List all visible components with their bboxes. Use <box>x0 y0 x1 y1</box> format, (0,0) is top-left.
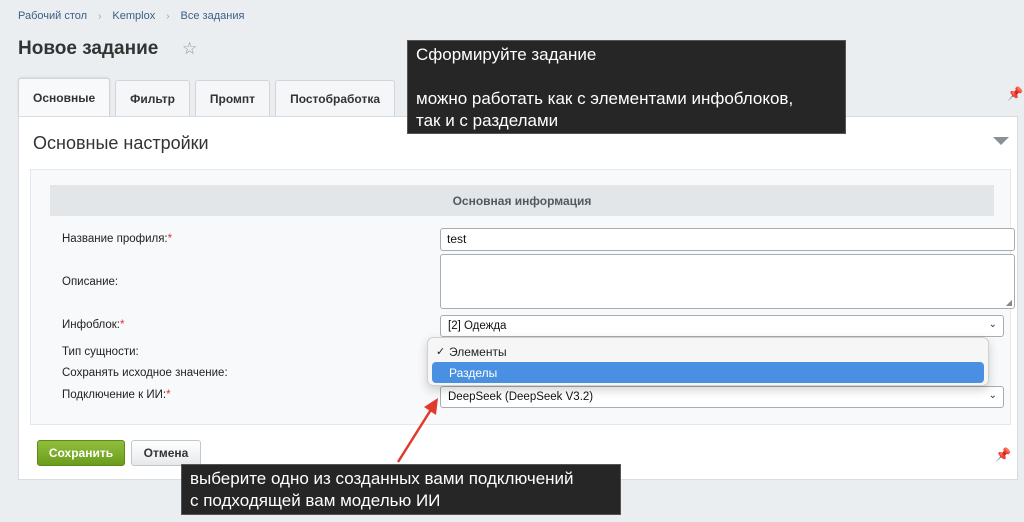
arrow-line <box>396 407 434 463</box>
arrow-head-icon <box>424 398 438 415</box>
arrow-annotation <box>396 398 438 463</box>
